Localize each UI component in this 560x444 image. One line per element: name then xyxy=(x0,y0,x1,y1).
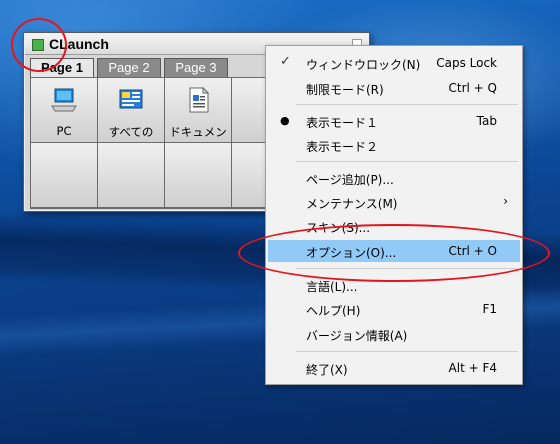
menu-item-shortcut: Alt + F4 xyxy=(448,361,497,375)
menu-separator xyxy=(296,104,518,105)
menu-item-label: 制限モード(R) xyxy=(306,83,384,97)
launcher-item-label: ドキュメン xyxy=(169,125,227,139)
menu-item-help[interactable]: ヘルプ(H) F1 xyxy=(268,298,520,320)
tab-page-2[interactable]: Page 2 xyxy=(97,58,161,77)
launcher-empty-slot[interactable] xyxy=(31,143,97,207)
launcher-item-label: すべての xyxy=(108,125,154,139)
menu-item-shortcut: Caps Lock xyxy=(436,56,497,70)
submenu-arrow-icon: › xyxy=(503,194,508,208)
menu-item-label: 表示モード１ xyxy=(306,116,379,130)
computer-icon xyxy=(51,88,77,112)
document-icon xyxy=(189,86,210,113)
launcher-item-label: PC xyxy=(56,124,72,138)
menu-item-window-lock[interactable]: ✓ ウィンドウロック(N) Caps Lock xyxy=(268,52,520,74)
checkmark-icon: ✓ xyxy=(280,54,291,69)
launcher-empty-slot[interactable] xyxy=(165,143,231,207)
menu-item-label: 表示モード２ xyxy=(306,140,379,154)
menu-item-version-info[interactable]: バージョン情報(A) xyxy=(268,323,520,345)
menu-item-add-page[interactable]: ページ追加(P)... xyxy=(268,167,520,189)
annotation-circle-logo xyxy=(11,18,67,72)
menu-separator xyxy=(296,351,518,352)
menu-item-label: ヘルプ(H) xyxy=(306,304,361,318)
menu-item-display-mode-1[interactable]: ● 表示モード１ Tab xyxy=(268,110,520,132)
tab-page-3[interactable]: Page 3 xyxy=(164,58,228,77)
menu-item-shortcut: Tab xyxy=(476,114,497,128)
menu-item-label: ウィンドウロック(N) xyxy=(306,58,421,72)
menu-item-restrict-mode[interactable]: 制限モード(R) Ctrl + Q xyxy=(268,77,520,99)
menu-item-maintenance[interactable]: メンテナンス(M) › xyxy=(268,191,520,213)
launcher-item-pc[interactable]: PC xyxy=(31,78,97,142)
launcher-empty-slot[interactable] xyxy=(98,143,164,207)
menu-item-label: バージョン情報(A) xyxy=(306,329,408,343)
menu-item-display-mode-2[interactable]: 表示モード２ xyxy=(268,134,520,156)
annotation-ellipse-options xyxy=(238,224,550,282)
control-panel-icon xyxy=(119,89,143,109)
menu-item-exit[interactable]: 終了(X) Alt + F4 xyxy=(268,357,520,379)
menu-item-label: 終了(X) xyxy=(306,363,348,377)
launcher-item-documents[interactable]: ドキュメン xyxy=(165,78,231,142)
menu-item-shortcut: Ctrl + Q xyxy=(448,81,497,95)
radio-bullet-icon: ● xyxy=(280,114,290,127)
menu-item-shortcut: F1 xyxy=(482,302,497,316)
menu-item-label: メンテナンス(M) xyxy=(306,197,398,211)
launcher-item-all[interactable]: すべての xyxy=(98,78,164,142)
menu-item-label: ページ追加(P)... xyxy=(306,173,394,187)
menu-separator xyxy=(296,161,518,162)
context-menu: ✓ ウィンドウロック(N) Caps Lock 制限モード(R) Ctrl + … xyxy=(265,45,523,385)
